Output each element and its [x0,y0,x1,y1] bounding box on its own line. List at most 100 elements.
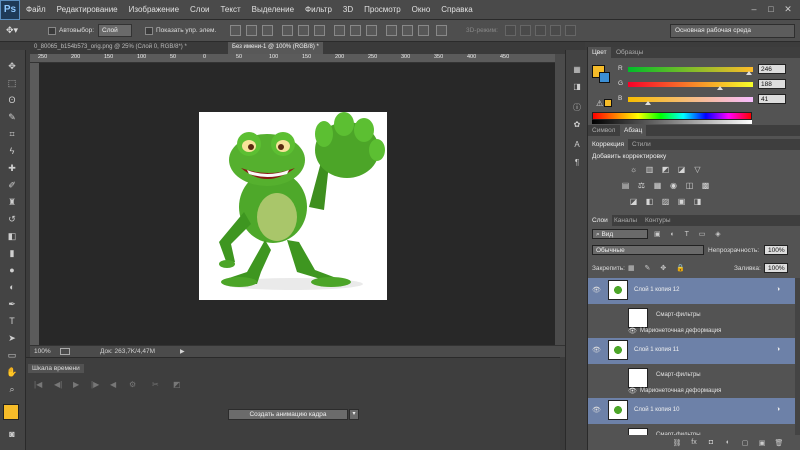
distribute-hcenter-icon[interactable] [402,25,413,36]
adjustment-icon[interactable]: ▦ [652,181,663,191]
smart-filter-row[interactable]: Смарт-фильтры 👁 Марионеточная деформация [588,304,795,338]
channel-thumb[interactable] [645,101,652,105]
menu-3d[interactable]: 3D [343,5,353,14]
info-icon[interactable]: ⓘ [571,102,583,114]
tab-paragraph[interactable]: Абзац [620,125,647,136]
quick-mask-icon[interactable]: ◙ [5,428,19,440]
play-icon[interactable]: ▶ [73,380,79,389]
distribute-vcenter-icon[interactable] [350,25,361,36]
align-bottom-icon[interactable] [262,25,273,36]
autoselect-checkbox[interactable] [48,27,56,35]
menu-view[interactable]: Просмотр [364,5,401,14]
history-icon[interactable]: ▦ [571,65,583,77]
3d-rotate-icon[interactable] [505,25,516,36]
prev-frame-icon[interactable]: ◀| [54,380,62,389]
path-select-tool-icon[interactable]: ➤ [5,332,19,344]
bg-color-swatch[interactable] [599,72,610,83]
settings-icon[interactable]: ⚙ [129,380,136,389]
move-tool-icon[interactable]: ✥▾ [6,25,18,36]
quick-select-tool-icon[interactable]: ✎ [5,111,19,123]
filter-name[interactable]: Марионеточная деформация [640,388,721,394]
tab-styles[interactable]: Стили [628,139,655,150]
layer-thumbnail[interactable] [608,340,628,360]
color-slider-b[interactable]: B 41 [618,94,798,105]
adjustment-icon[interactable]: ▽ [692,165,703,175]
brush-presets-icon[interactable]: ✿ [571,120,583,132]
doc-tab-1[interactable]: 0_80065_b154b573_orig.png @ 25% (Слой 0,… [30,42,191,54]
adjustment-icon[interactable]: ▤ [620,181,631,191]
smart-filter-mask[interactable] [628,308,648,328]
blend-mode-dropdown[interactable]: Обычные [592,245,704,255]
tab-adjustments[interactable]: Коррекция [588,139,628,150]
lock-icons[interactable]: ▦ ✎ ✥ 🔒 [628,264,689,272]
smart-filter-mask[interactable] [628,428,648,435]
layer-filter-icons[interactable]: ▣ ◐ T ▭ ◈ [654,230,725,238]
autoselect-dropdown[interactable]: Слой [98,24,132,37]
3d-pan-icon[interactable] [535,25,546,36]
visibility-eye-icon[interactable]: 👁 [592,346,601,354]
adjustment-icon[interactable]: ◪ [676,165,687,175]
first-frame-icon[interactable]: |◀ [34,380,42,389]
clone-stamp-tool-icon[interactable]: ♜ [5,196,19,208]
adjustment-icon[interactable]: ▣ [676,197,687,207]
distribute-left-icon[interactable] [386,25,397,36]
opacity-input[interactable]: 100% [764,245,788,255]
marquee-tool-icon[interactable]: ⬚ [5,77,19,89]
color-slider-g[interactable]: G 188 [618,79,798,90]
transition-icon[interactable]: ◩ [173,380,181,389]
menu-image[interactable]: Изображение [129,5,179,14]
smart-filter-row[interactable]: Смарт-фильтры 👁 Марионеточная деформация [588,364,795,398]
zoom-tool-icon[interactable]: ⌕ [5,383,19,395]
adjustment-icon[interactable]: ▥ [644,165,655,175]
color-spectrum-ramp[interactable] [592,112,752,120]
character-icon[interactable]: A [571,140,583,152]
visibility-eye-icon[interactable]: 👁 [592,286,601,294]
distribute-right-icon[interactable] [418,25,429,36]
close-button[interactable]: ✕ [782,4,794,15]
tab-swatches[interactable]: Образцы [612,47,647,58]
tab-paths[interactable]: Контуры [641,215,675,226]
adjustment-icon[interactable]: ◫ [684,181,695,191]
status-menu-arrow[interactable]: ▶ [180,348,185,355]
vertical-scrollbar[interactable] [555,54,565,345]
channel-value-input[interactable]: 41 [758,94,786,104]
adjustment-icon[interactable]: ☼ [628,165,639,175]
distribute-bottom-icon[interactable] [366,25,377,36]
fill-input[interactable]: 100% [764,263,788,273]
lasso-tool-icon[interactable]: ʘ [5,94,19,106]
zoom-level[interactable]: 100% [34,348,51,355]
channel-thumb[interactable] [745,71,752,75]
color-slider-r[interactable]: R 246 [618,64,798,75]
create-frame-animation-button[interactable]: Создать анимацию кадра [228,409,348,420]
tab-layers[interactable]: Слои [588,215,612,226]
grayscale-ramp[interactable] [592,120,752,124]
restore-button[interactable]: □ [765,4,777,15]
new-group-icon[interactable]: ▢ [740,439,750,449]
audio-icon[interactable]: ◀ [110,380,116,389]
link-layers-icon[interactable]: ⛓ [672,439,682,449]
menu-type[interactable]: Текст [220,5,240,14]
layer-row[interactable]: 👁 Слой 1 копия 10 ◑ [588,398,795,424]
doc-tab-2[interactable]: Без имени-1 @ 100% (RGB/8) * [228,42,323,54]
menu-layers[interactable]: Слои [190,5,209,14]
filter-eye-icon[interactable]: 👁 [628,387,637,395]
add-mask-icon[interactable]: ◘ [706,439,716,449]
eyedropper-tool-icon[interactable]: ϟ [5,145,19,157]
channel-track[interactable] [628,67,753,72]
create-animation-dropdown[interactable]: ▾ [349,409,359,420]
adjustment-icon[interactable]: ⚖ [636,181,647,191]
adjustment-icon[interactable]: ◧ [644,197,655,207]
move-tool-icon[interactable]: ✥ [5,60,19,72]
gradient-tool-icon[interactable]: ▮ [5,247,19,259]
layer-name[interactable]: Слой 1 копия 12 [634,287,679,293]
dodge-tool-icon[interactable]: ◐ [5,281,19,293]
auto-align-icon[interactable] [436,25,447,36]
menu-select[interactable]: Выделение [252,5,294,14]
workspace-dropdown[interactable]: Основная рабочая среда [670,24,795,38]
menu-filter[interactable]: Фильтр [305,5,332,14]
filter-name[interactable]: Марионеточная деформация [640,328,721,334]
adjustment-icon[interactable]: ◉ [668,181,679,191]
menu-edit[interactable]: Редактирование [57,5,118,14]
channel-track[interactable] [628,82,753,87]
layer-thumbnail[interactable] [608,280,628,300]
